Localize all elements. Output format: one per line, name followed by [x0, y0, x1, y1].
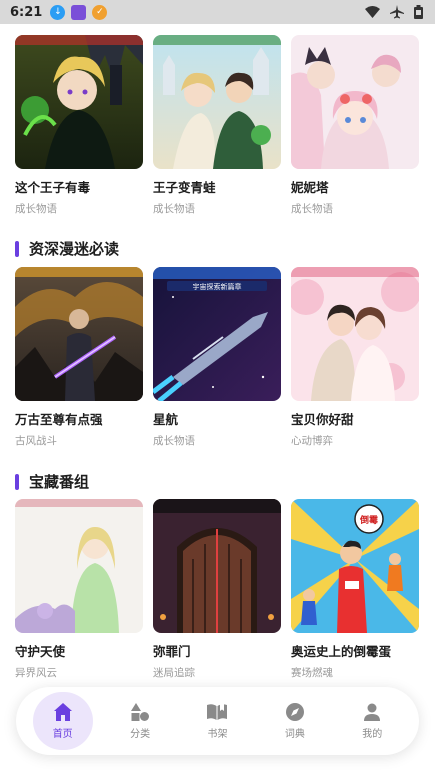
airplane-mode-icon	[390, 5, 404, 19]
battery-icon	[414, 5, 423, 19]
nav-bookshelf[interactable]: 书架	[187, 692, 247, 750]
comic-genre: 迷局追踪	[153, 667, 195, 679]
app-notification-icon	[71, 4, 87, 20]
section-header: 宝藏番组	[15, 471, 89, 492]
comic-genre: 成长物语	[153, 203, 195, 215]
cover-badge-text: 倒霉	[359, 514, 378, 526]
comic-cover[interactable]: 倒霉	[291, 499, 419, 633]
nav-label: 词典	[284, 729, 305, 740]
comic-title: 星航	[153, 412, 179, 427]
comic-title: 王子变青蛙	[153, 180, 216, 195]
comic-cover[interactable]	[153, 499, 281, 633]
comic-cover[interactable]	[291, 35, 419, 169]
wifi-icon	[365, 6, 380, 18]
section-accent-bar	[15, 240, 19, 257]
home-icon	[53, 703, 72, 721]
comic-cover[interactable]	[15, 499, 143, 633]
comic-card[interactable]: 这个王子有毒 成长物语	[15, 35, 143, 216]
nav-home[interactable]: 首页	[32, 692, 93, 750]
comic-title: 宝贝你好甜	[291, 412, 354, 427]
status-time: 6:21	[10, 4, 43, 20]
comic-title: 守护天使	[15, 644, 66, 659]
comic-title: 妮妮塔	[291, 180, 329, 195]
section-title: 宝藏番组	[29, 473, 90, 491]
comic-card[interactable]: 弥罪门 迷局追踪	[153, 499, 281, 680]
comic-card[interactable]: 万古至尊有点强 古风战斗	[15, 267, 143, 448]
comic-card[interactable]: 王子变青蛙 成长物语	[153, 35, 281, 216]
comic-card[interactable]: 宝贝你好甜 心动博弈	[291, 267, 419, 448]
nav-dictionary[interactable]: 词典	[265, 692, 325, 750]
comic-cover[interactable]	[291, 267, 419, 401]
compass-icon	[285, 703, 304, 721]
comic-genre: 成长物语	[15, 203, 57, 215]
bottom-navigation: 首页 分类 书架 词典 我的	[16, 687, 419, 755]
comic-cover[interactable]	[15, 267, 143, 401]
comic-genre: 异界风云	[15, 667, 57, 679]
nav-profile[interactable]: 我的	[342, 692, 402, 750]
download-icon: ↓	[50, 4, 66, 20]
comic-genre: 古风战斗	[15, 435, 57, 447]
profile-icon	[364, 703, 381, 721]
nav-category[interactable]: 分类	[110, 692, 170, 750]
nav-label: 我的	[362, 729, 383, 740]
comic-genre: 成长物语	[291, 203, 333, 215]
comic-card[interactable]: 倒霉 奥运史上的倒霉蛋 赛场燃魂	[291, 499, 419, 680]
app-screen: { "status_bar": { "time": "6:21" }, "sec…	[0, 0, 435, 773]
comic-genre: 心动博弈	[291, 435, 333, 447]
cover-banner-text: 宇宙探索新篇章	[193, 282, 242, 291]
comic-title: 这个王子有毒	[15, 180, 91, 195]
bookshelf-icon	[207, 704, 228, 720]
status-bar: 6:21 ↓ ✓	[0, 0, 435, 24]
notification-icon: ✓	[92, 4, 108, 20]
section-title: 资深漫迷必读	[29, 240, 120, 258]
nav-label: 首页	[52, 729, 73, 740]
nav-label: 书架	[207, 729, 228, 740]
nav-label: 分类	[130, 729, 151, 740]
section-accent-bar	[15, 473, 19, 490]
comic-card[interactable]: 妮妮塔 成长物语	[291, 35, 419, 216]
comic-title: 奥运史上的倒霉蛋	[291, 644, 392, 659]
comic-title: 弥罪门	[153, 644, 191, 659]
comic-genre: 成长物语	[153, 435, 195, 447]
comic-genre: 赛场燃魂	[291, 667, 333, 679]
comic-card[interactable]: 宇宙探索新篇章 星航 成长物语	[153, 267, 281, 448]
section-header: 资深漫迷必读	[15, 238, 119, 259]
comic-cover[interactable]	[153, 35, 281, 169]
comic-title: 万古至尊有点强	[15, 412, 103, 427]
comic-cover[interactable]: 宇宙探索新篇章	[153, 267, 281, 401]
comic-cover[interactable]	[15, 35, 143, 169]
category-icon	[131, 703, 150, 721]
comic-card[interactable]: 守护天使 异界风云	[15, 499, 143, 680]
